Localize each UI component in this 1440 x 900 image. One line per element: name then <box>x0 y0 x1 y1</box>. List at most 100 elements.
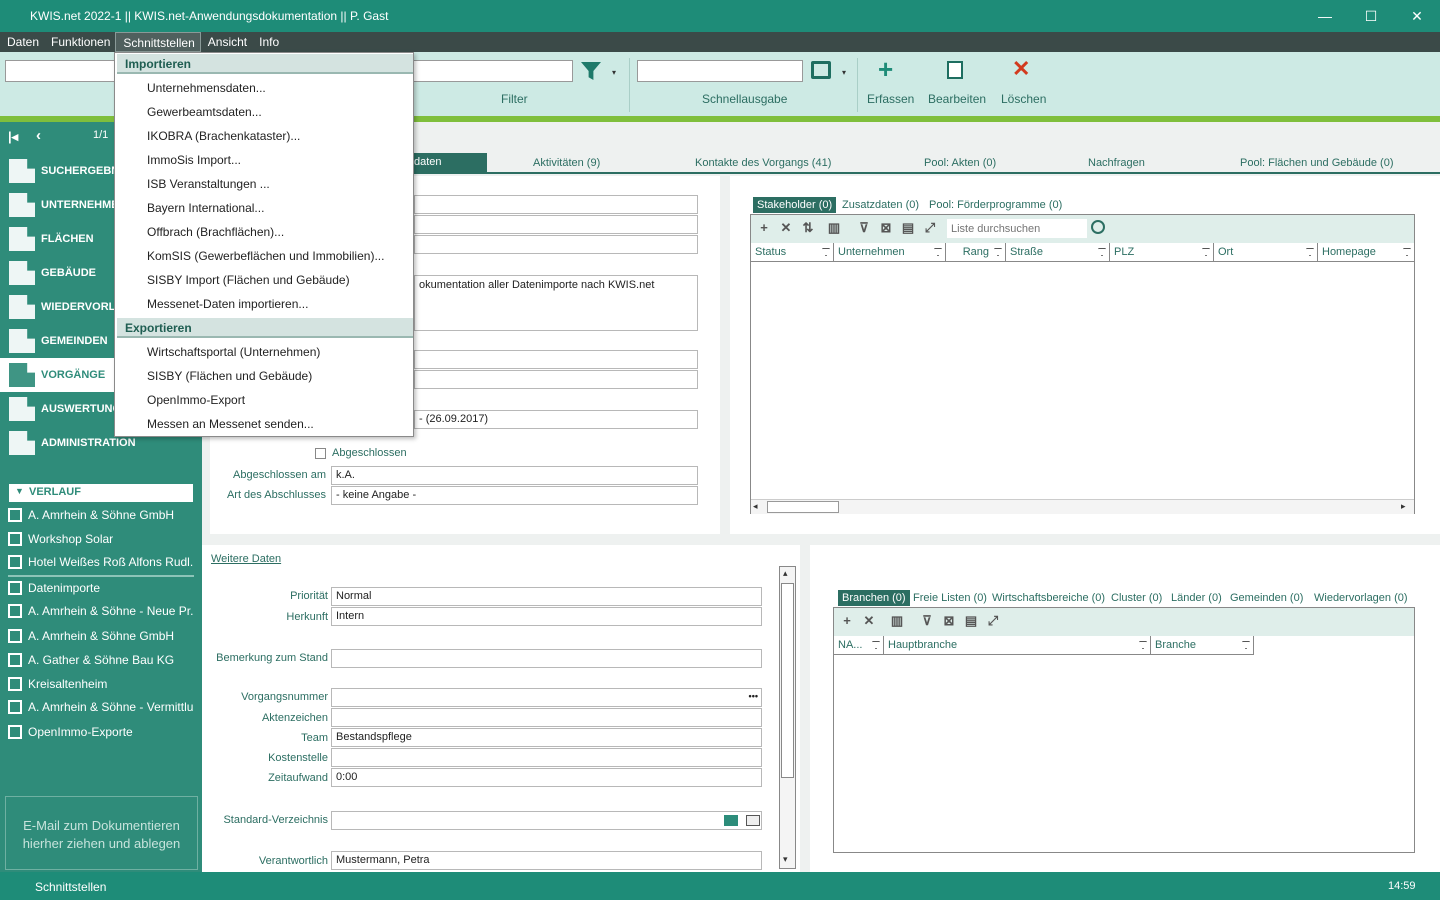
maximize-button[interactable]: ☐ <box>1348 0 1394 32</box>
verlauf-item[interactable]: A. Amrhein & Söhne - Neue Pr... <box>8 599 194 623</box>
menu-schnittstellen[interactable]: Schnittstellen <box>115 32 201 52</box>
menu-item-messenet-import[interactable]: Messenet-Daten importieren... <box>147 297 308 311</box>
menu-item-immosis[interactable]: ImmoSis Import... <box>147 153 241 167</box>
columns-icon[interactable]: ▥ <box>827 221 841 235</box>
verlauf-item[interactable]: Datenimporte <box>8 576 194 600</box>
menu-item-wirtschaftsportal[interactable]: Wirtschaftsportal (Unternehmen) <box>147 345 320 359</box>
minimize-button[interactable]: — <box>1302 0 1348 32</box>
previous-page-icon[interactable]: ‹ <box>36 127 41 144</box>
col-status[interactable]: Status <box>751 243 834 262</box>
expand-icon[interactable]: ⤢ <box>986 614 1000 628</box>
menu-info[interactable]: Info <box>252 32 284 52</box>
col-plz[interactable]: PLZ <box>1110 243 1214 262</box>
erfassen-button[interactable]: Erfassen <box>867 92 914 106</box>
vorgangsnummer-field[interactable]: ••• <box>331 688 762 707</box>
tab-wirtschaftsbereiche[interactable]: Wirtschaftsbereiche (0) <box>992 592 1105 604</box>
aktenzeichen-field[interactable] <box>331 708 762 727</box>
title-field[interactable] <box>414 195 698 214</box>
filter-icon[interactable] <box>1306 248 1314 256</box>
tab-daten[interactable]: daten <box>414 153 487 172</box>
filter-icon[interactable] <box>1098 248 1106 256</box>
scroll-down-icon[interactable]: ▾ <box>783 854 788 865</box>
folder-open-icon[interactable] <box>724 815 738 826</box>
filter-input[interactable] <box>412 60 573 82</box>
art-abschluss-field[interactable]: - keine Angabe - <box>331 486 698 505</box>
zeitaufwand-field[interactable]: 0:00 <box>331 768 762 787</box>
menu-item-unternehmensdaten[interactable]: Unternehmensdaten... <box>147 81 266 95</box>
tab-cluster[interactable]: Cluster (0) <box>1111 592 1162 604</box>
first-page-icon[interactable]: |◂ <box>8 129 18 145</box>
filter-icon[interactable] <box>581 62 601 80</box>
col-na[interactable]: NA... <box>834 636 884 655</box>
menu-item-openimmo-export[interactable]: OpenImmo-Export <box>147 393 245 407</box>
tab-pool-flaechen[interactable]: Pool: Flächen und Gebäude (0) <box>1240 157 1394 169</box>
grid-search-input[interactable] <box>947 219 1087 238</box>
menu-item-ikobra[interactable]: IKOBRA (Brachenkataster)... <box>147 129 300 143</box>
menu-item-komsis[interactable]: KomSIS (Gewerbeflächen und Immobilien)..… <box>147 249 384 263</box>
filter-icon[interactable] <box>822 248 830 256</box>
col-homepage[interactable]: Homepage <box>1318 243 1414 262</box>
filter-icon[interactable] <box>1202 248 1210 256</box>
magnifier-icon[interactable] <box>1091 220 1105 234</box>
col-branche[interactable]: Branche <box>1151 636 1253 655</box>
verlauf-item[interactable]: A. Amrhein & Söhne GmbH <box>8 503 194 527</box>
tab-wiedervorlagen[interactable]: Wiedervorlagen (0) <box>1314 592 1408 604</box>
period-field[interactable]: - (26.09.2017) <box>414 410 698 429</box>
scroll-thumb[interactable] <box>767 501 839 513</box>
filter-icon[interactable] <box>1139 641 1147 649</box>
menu-item-isb[interactable]: ISB Veranstaltungen ... <box>147 177 270 191</box>
col-ort[interactable]: Ort <box>1214 243 1318 262</box>
filter-icon[interactable] <box>872 641 880 649</box>
scroll-right-icon[interactable]: ▸ <box>1401 501 1406 512</box>
form-field[interactable] <box>414 370 698 389</box>
menu-item-offbrach[interactable]: Offbrach (Brachflächen)... <box>147 225 284 239</box>
verlauf-item[interactable]: A. Amrhein & Söhne GmbH <box>8 624 194 648</box>
tab-kontakte[interactable]: Kontakte des Vorgangs (41) <box>695 157 831 169</box>
loeschen-button[interactable]: Löschen <box>1001 92 1046 106</box>
tab-nachfragen[interactable]: Nachfragen <box>1088 157 1145 169</box>
subtitle-field[interactable] <box>414 215 698 234</box>
verlauf-item[interactable]: OpenImmo-Exporte <box>8 720 194 744</box>
verantwortlich-field[interactable]: Mustermann, Petra <box>331 851 762 870</box>
tab-zusatzdaten[interactable]: Zusatzdaten (0) <box>842 199 919 211</box>
col-hauptbranche[interactable]: Hauptbranche <box>884 636 1151 655</box>
remove-row-icon[interactable]: ✕ <box>862 614 876 628</box>
tab-foerderprogramme[interactable]: Pool: Förderprogramme (0) <box>929 199 1062 211</box>
tab-pool-akten[interactable]: Pool: Akten (0) <box>924 157 996 169</box>
bearbeiten-button[interactable]: Bearbeiten <box>928 92 986 106</box>
add-row-icon[interactable]: + <box>757 221 771 235</box>
folder-icon[interactable] <box>746 815 760 826</box>
form-field[interactable] <box>414 350 698 369</box>
more-button[interactable]: ••• <box>749 691 758 701</box>
menu-item-sisby-export[interactable]: SISBY (Flächen und Gebäude) <box>147 369 312 383</box>
delete-icon[interactable]: ✕ <box>1012 56 1030 82</box>
team-field[interactable]: Bestandspflege <box>331 728 762 747</box>
filter-icon[interactable] <box>1403 248 1411 256</box>
remove-row-icon[interactable]: ✕ <box>779 221 793 235</box>
bemerkung-field[interactable] <box>331 649 762 668</box>
prioritaet-field[interactable]: Normal <box>331 587 762 606</box>
horizontal-scrollbar[interactable]: ◂ ▸ <box>751 499 1414 514</box>
email-dropzone[interactable]: E-Mail zum Dokumentieren hierher ziehen … <box>5 796 198 870</box>
layout-icon[interactable]: ▤ <box>964 614 978 628</box>
filter-icon[interactable] <box>934 248 942 256</box>
verlauf-item[interactable]: Hotel Weißes Roß Alfons Rudl... <box>8 550 194 574</box>
verzeichnis-field[interactable] <box>331 811 762 830</box>
weitere-daten-link[interactable]: Weitere Daten <box>211 553 281 565</box>
herkunft-field[interactable]: Intern <box>331 607 762 626</box>
verlauf-header[interactable]: ▼ VERLAUF <box>9 484 193 502</box>
filter-icon[interactable] <box>994 248 1002 256</box>
menu-funktionen[interactable]: Funktionen <box>44 32 115 52</box>
kostenstelle-field[interactable] <box>331 748 762 767</box>
col-unternehmen[interactable]: Unternehmen <box>834 243 946 262</box>
tab-aktivitaeten[interactable]: Aktivitäten (9) <box>533 157 600 169</box>
verlauf-item[interactable]: Kreisaltenheim <box>8 672 194 696</box>
verlauf-item[interactable]: Workshop Solar <box>8 527 194 551</box>
menu-item-gewerbeamtsdaten[interactable]: Gewerbeamtsdaten... <box>147 105 262 119</box>
verlauf-item[interactable]: A. Amrhein & Söhne - Vermittlu... <box>8 695 194 719</box>
menu-item-messenet-senden[interactable]: Messen an Messenet senden... <box>147 417 314 431</box>
layout-icon[interactable]: ▤ <box>901 221 915 235</box>
filter-dropdown-icon[interactable]: ▾ <box>612 68 616 77</box>
tab-freie-listen[interactable]: Freie Listen (0) <box>913 592 987 604</box>
schnellausgabe-input[interactable] <box>637 60 803 82</box>
